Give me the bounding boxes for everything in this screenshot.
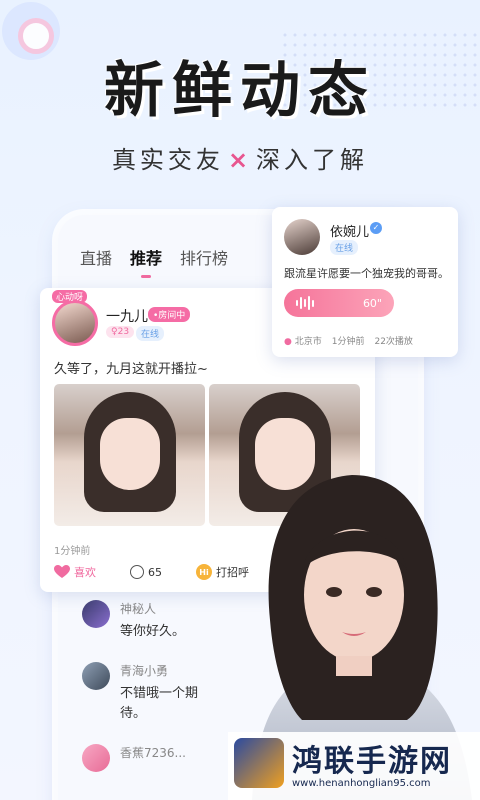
comment-author: 香蕉7236... (120, 746, 186, 760)
location-text: 北京市 (294, 337, 322, 347)
post-time: 1分钟前 (54, 546, 91, 557)
comment-count: 65 (148, 565, 162, 579)
like-label: 喜欢 (74, 566, 96, 579)
verified-icon: ✓ (370, 222, 382, 234)
avatar[interactable] (52, 300, 98, 346)
online-badge: 在线 (136, 326, 165, 341)
live-status-badge[interactable]: •房间中 (148, 307, 191, 322)
voice-post-card[interactable]: 依婉儿 ✓ 在线 跟流星许愿要一个独宠我的哥哥。 60" ● 北京市 1分钟前 … (272, 207, 458, 357)
watermark: 鸿联手游网 www.henanhonglian95.com (228, 732, 480, 800)
hi-icon: Hi (196, 564, 212, 580)
tab-recommend[interactable]: 推荐 (130, 245, 162, 278)
tab-live[interactable]: 直播 (80, 245, 112, 269)
subline-left: 真实交友 (111, 146, 224, 174)
like-button[interactable]: 喜欢 (54, 564, 96, 580)
subline-right: 深入了解 (256, 146, 369, 174)
watermark-title: 鸿联手游网 (292, 744, 452, 779)
comment-author: 青海小勇 (120, 664, 169, 678)
age-badge: ♀23 (106, 326, 135, 338)
headline: 新鲜动态 (104, 56, 376, 126)
voice-duration: 60" (362, 296, 382, 310)
post-author-name[interactable]: 一九儿 (106, 306, 148, 326)
comment-author: 神秘人 (120, 602, 157, 616)
voice-post-meta: ● 北京市 1分钟前 22次播放 (284, 334, 413, 347)
avatar[interactable] (284, 219, 320, 255)
voice-message-player[interactable]: 60" (284, 289, 394, 317)
avatar[interactable] (82, 744, 110, 772)
play-count: 22次播放 (374, 337, 413, 347)
soundwave-icon (296, 296, 314, 310)
tab-ranking[interactable]: 排行榜 (180, 245, 228, 269)
avatar-badge: 心动呀 (52, 290, 88, 303)
voice-post-text: 跟流星许愿要一个独宠我的哥哥。 (284, 267, 449, 280)
subline-separator: × (227, 146, 253, 174)
tab-bar: 直播 推荐 排行榜 (80, 245, 228, 278)
watermark-url: www.henanhonglian95.com (292, 778, 431, 789)
online-badge: 在线 (330, 240, 359, 255)
post-photo[interactable] (54, 384, 205, 526)
location-pin-icon: ● (284, 337, 292, 347)
comment-text: 不错哦一个期待。 (120, 686, 199, 721)
voice-post-author[interactable]: 依婉儿 (330, 221, 369, 240)
avatar[interactable] (82, 600, 110, 628)
post-time: 1分钟前 (331, 337, 365, 347)
photo-face (100, 418, 160, 490)
avatar[interactable] (82, 662, 110, 690)
site-logo-icon (234, 738, 284, 788)
post-text: 久等了，九月这就开播拉~ (54, 362, 208, 377)
comment-icon (130, 565, 144, 579)
comment-button[interactable]: 65 (130, 565, 162, 579)
subheadline: 真实交友 × 深入了解 (0, 140, 480, 175)
comment-text: 等你好久。 (120, 624, 186, 639)
heart-icon (54, 565, 70, 578)
